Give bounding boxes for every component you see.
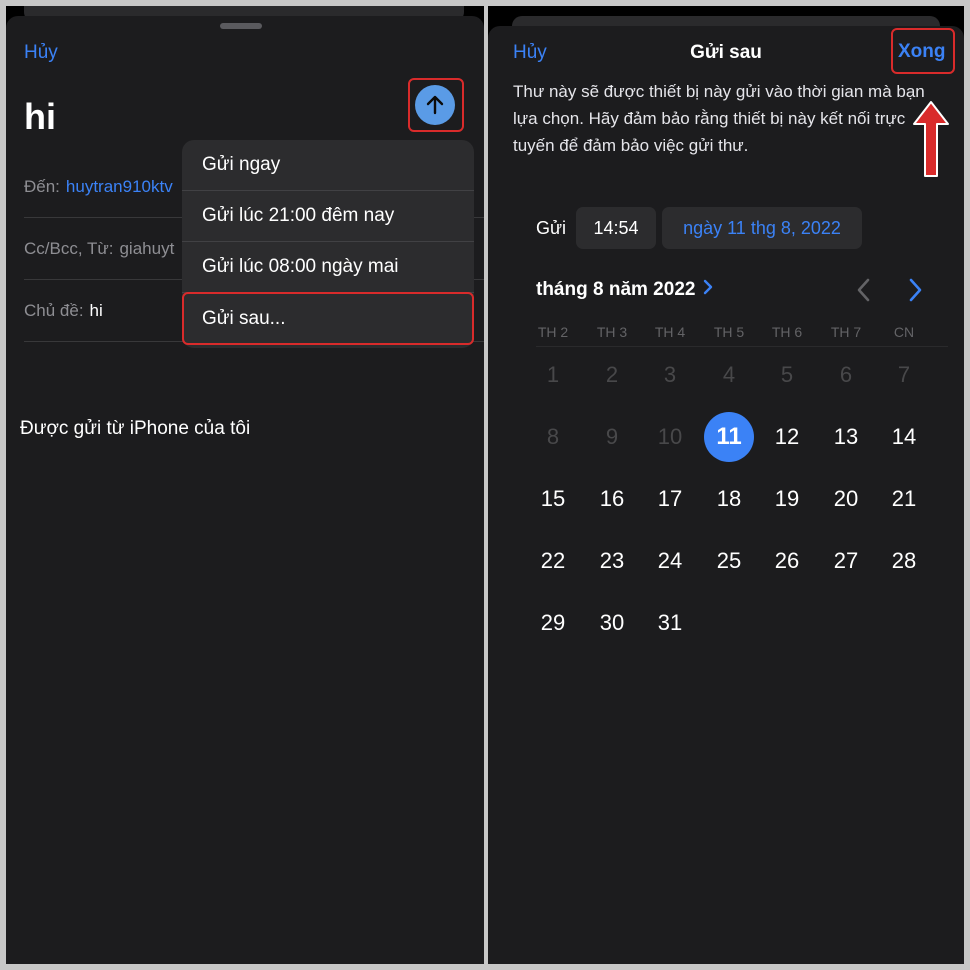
selected-day-circle: 11: [704, 412, 754, 462]
next-month-button[interactable]: [903, 276, 927, 304]
menu-item-send-tomorrow[interactable]: Gửi lúc 08:00 ngày mai: [182, 242, 474, 293]
calendar-day: 7: [897, 362, 911, 387]
calendar-day[interactable]: 12: [762, 412, 812, 462]
send-button[interactable]: [415, 85, 455, 125]
time-picker[interactable]: 14:54: [576, 207, 656, 249]
calendar-day[interactable]: 17: [645, 474, 695, 524]
weekday-label: TH 3: [596, 324, 628, 340]
calendar-day[interactable]: 13: [821, 412, 871, 462]
send-later-highlight: [182, 292, 474, 345]
weekday-label: CN: [893, 324, 915, 340]
calendar-day[interactable]: 25: [704, 536, 754, 586]
done-button[interactable]: Xong: [898, 41, 946, 63]
compose-title: hi: [24, 96, 56, 137]
calendar-day: 9: [605, 424, 619, 449]
calendar-day[interactable]: 19: [762, 474, 812, 524]
calendar-day[interactable]: 28: [879, 536, 929, 586]
calendar-day[interactable]: 31: [645, 598, 695, 648]
calendar-day[interactable]: 21: [879, 474, 929, 524]
weekday-label: TH 4: [654, 324, 686, 340]
calendar-day: 5: [780, 362, 794, 387]
cancel-button[interactable]: Hủy: [24, 42, 58, 64]
calendar-day[interactable]: 30: [587, 598, 637, 648]
calendar-day[interactable]: 26: [762, 536, 812, 586]
date-picker[interactable]: ngày 11 thg 8, 2022: [662, 207, 862, 249]
cc-bcc-label: Cc/Bcc, Từ:: [24, 238, 114, 258]
previous-month-button[interactable]: [852, 276, 876, 304]
red-pointer-arrow-icon: [913, 101, 949, 177]
weekday-divider: [536, 346, 948, 347]
chevron-left-icon: [857, 278, 870, 302]
chevron-right-icon: [703, 279, 713, 301]
calendar-day: 6: [839, 362, 853, 387]
calendar-day-selected[interactable]: 11: [704, 412, 754, 462]
chevron-right-icon: [909, 278, 922, 302]
month-year-selector[interactable]: tháng 8 năm 2022: [536, 279, 713, 301]
calendar-day[interactable]: 20: [821, 474, 871, 524]
calendar-day: 3: [663, 362, 677, 387]
calendar-day: 2: [605, 362, 619, 387]
from-value: giahuyt: [119, 238, 175, 258]
calendar-day: 1: [546, 362, 560, 387]
calendar-day[interactable]: 15: [528, 474, 578, 524]
weekday-label: TH 2: [537, 324, 569, 340]
compose-screen: Hủy hi Đến: huytran910ktv Cc/Bcc, Từ: gi…: [6, 6, 484, 964]
menu-item-send-now[interactable]: Gửi ngay: [182, 140, 474, 191]
subject-value[interactable]: hi: [90, 301, 103, 321]
calendar-day[interactable]: 29: [528, 598, 578, 648]
subject-label: Chủ đề:: [24, 300, 84, 320]
calendar-day[interactable]: 22: [528, 536, 578, 586]
send-later-description: Thư này sẽ được thiết bị này gửi vào thờ…: [513, 82, 925, 155]
month-year-label: tháng 8 năm 2022: [536, 279, 696, 300]
send-later-screen: Hủy Gửi sau Xong Thư này sẽ được thiết b…: [488, 6, 964, 964]
weekday-label: TH 7: [830, 324, 862, 340]
calendar-day: 4: [722, 362, 736, 387]
calendar-day: 8: [546, 424, 560, 449]
to-label: Đến:: [24, 176, 60, 196]
menu-item-send-tonight[interactable]: Gửi lúc 21:00 đêm nay: [182, 191, 474, 242]
calendar-day[interactable]: 18: [704, 474, 754, 524]
calendar-day[interactable]: 14: [879, 412, 929, 462]
to-recipient[interactable]: huytran910ktv: [66, 177, 173, 197]
calendar-day[interactable]: 16: [587, 474, 637, 524]
calendar-day[interactable]: 23: [587, 536, 637, 586]
weekday-label: TH 5: [713, 324, 745, 340]
calendar-day: 10: [657, 424, 683, 449]
email-signature[interactable]: Được gửi từ iPhone của tôi: [20, 418, 250, 440]
weekday-label: TH 6: [771, 324, 803, 340]
arrow-up-icon: [426, 95, 444, 115]
calendar-day[interactable]: 24: [645, 536, 695, 586]
sheet-grabber[interactable]: [220, 23, 262, 29]
send-time-label: Gửi: [536, 218, 567, 238]
calendar-day[interactable]: 27: [821, 536, 871, 586]
